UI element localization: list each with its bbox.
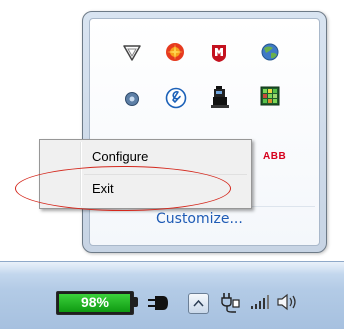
mcafee-shield-icon[interactable]	[209, 43, 229, 63]
abb-logo[interactable]: ABB	[263, 151, 286, 162]
orange-sun-icon[interactable]	[165, 42, 185, 62]
green-grid-icon[interactable]	[260, 86, 280, 106]
taskbar-highlight	[0, 262, 344, 274]
menu-item-configure[interactable]: Configure	[92, 149, 148, 164]
speaker-icon[interactable]	[276, 293, 298, 315]
battery-indicator[interactable]: 98%	[56, 291, 134, 315]
context-menu: Configure Exit	[39, 139, 252, 209]
blue-green-globe-icon[interactable]	[260, 42, 280, 62]
show-hidden-icons-button[interactable]	[188, 293, 209, 314]
screen: ABB Customize... Configure Exit 98%	[0, 0, 344, 329]
blue-disc-icon[interactable]	[122, 89, 142, 109]
menu-separator	[84, 174, 247, 175]
customize-link[interactable]: Customize...	[156, 211, 243, 227]
menu-item-exit[interactable]: Exit	[92, 181, 114, 196]
wrench-circle-icon[interactable]	[165, 87, 187, 109]
taskbar: 98%	[0, 261, 344, 329]
battery-percent-label: 98%	[80, 294, 110, 310]
power-plug-icon[interactable]	[148, 294, 170, 316]
signal-bars-icon[interactable]	[250, 294, 270, 314]
triangle-outline-icon[interactable]	[122, 43, 142, 63]
chevron-up-icon	[193, 299, 204, 307]
battery-terminal	[133, 297, 138, 307]
network-plug-icon[interactable]	[220, 291, 240, 317]
black-tower-icon[interactable]	[210, 85, 230, 108]
